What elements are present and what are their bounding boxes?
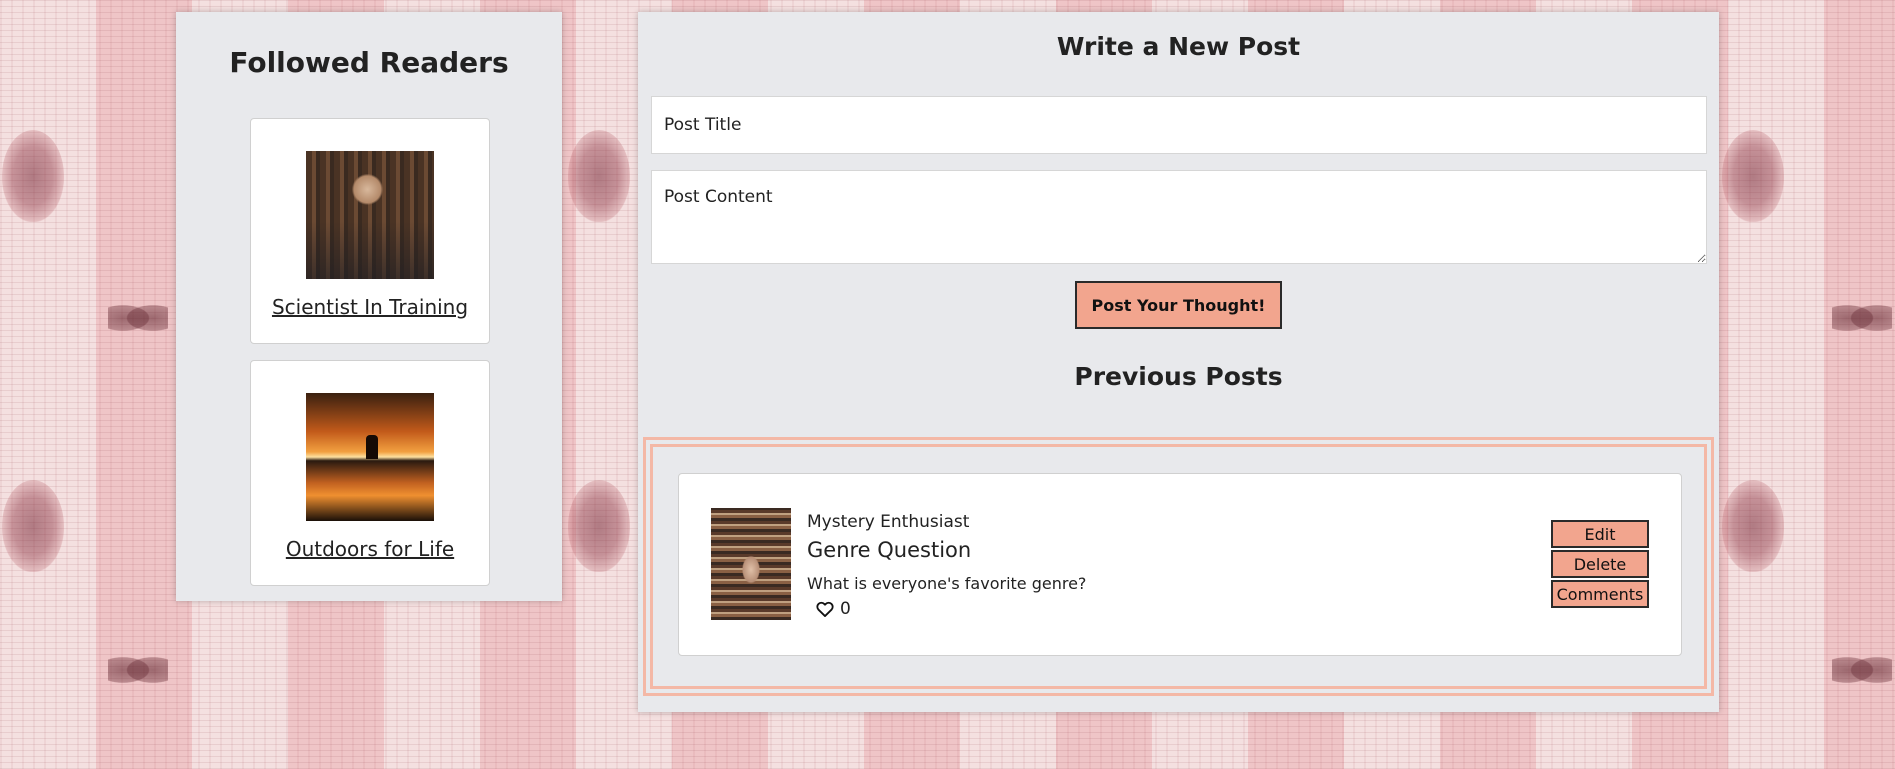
like-count: 0 bbox=[840, 599, 851, 619]
post-title: Genre Question bbox=[807, 538, 972, 562]
post-content: What is everyone's favorite genre? bbox=[807, 574, 1087, 593]
comments-button[interactable]: Comments bbox=[1551, 580, 1649, 608]
reader-name-link[interactable]: Outdoors for Life bbox=[251, 537, 489, 561]
background-butterfly-decoration bbox=[1832, 648, 1892, 692]
previous-posts-list: Mystery Enthusiast Genre Question What i… bbox=[643, 437, 1714, 696]
background-seal-decoration bbox=[1722, 130, 1784, 222]
background-butterfly-decoration bbox=[108, 648, 168, 692]
post-author: Mystery Enthusiast bbox=[807, 512, 970, 532]
post-title-input[interactable] bbox=[651, 96, 1707, 154]
delete-button[interactable]: Delete bbox=[1551, 550, 1649, 578]
background-seal-decoration bbox=[2, 480, 64, 572]
silhouette-figure bbox=[366, 435, 378, 459]
background-seal-decoration bbox=[2, 130, 64, 222]
heart-icon[interactable] bbox=[815, 599, 835, 619]
followed-readers-panel: Followed Readers Scientist In Training O… bbox=[176, 12, 562, 601]
post-submit-button[interactable]: Post Your Thought! bbox=[1075, 281, 1282, 329]
post-author-avatar bbox=[711, 508, 791, 620]
followed-readers-title: Followed Readers bbox=[229, 46, 509, 79]
reader-card[interactable]: Scientist In Training bbox=[250, 118, 490, 344]
reader-card[interactable]: Outdoors for Life bbox=[250, 360, 490, 586]
reader-photo-outdoors-icon[interactable] bbox=[306, 393, 434, 521]
background-seal-decoration bbox=[568, 130, 630, 222]
write-post-heading: Write a New Post bbox=[1056, 32, 1301, 61]
post-content-textarea[interactable] bbox=[651, 170, 1707, 264]
background-seal-decoration bbox=[568, 480, 630, 572]
background-butterfly-decoration bbox=[108, 296, 168, 340]
edit-button[interactable]: Edit bbox=[1551, 520, 1649, 548]
posts-panel: Write a New Post Post Your Thought! Prev… bbox=[638, 12, 1719, 712]
reader-name-link[interactable]: Scientist In Training bbox=[251, 295, 489, 319]
post-card: Mystery Enthusiast Genre Question What i… bbox=[678, 473, 1682, 656]
background-seal-decoration bbox=[1722, 480, 1784, 572]
reader-photo-scientist-icon[interactable] bbox=[306, 151, 434, 279]
background-butterfly-decoration bbox=[1832, 296, 1892, 340]
previous-posts-heading: Previous Posts bbox=[1074, 362, 1283, 391]
